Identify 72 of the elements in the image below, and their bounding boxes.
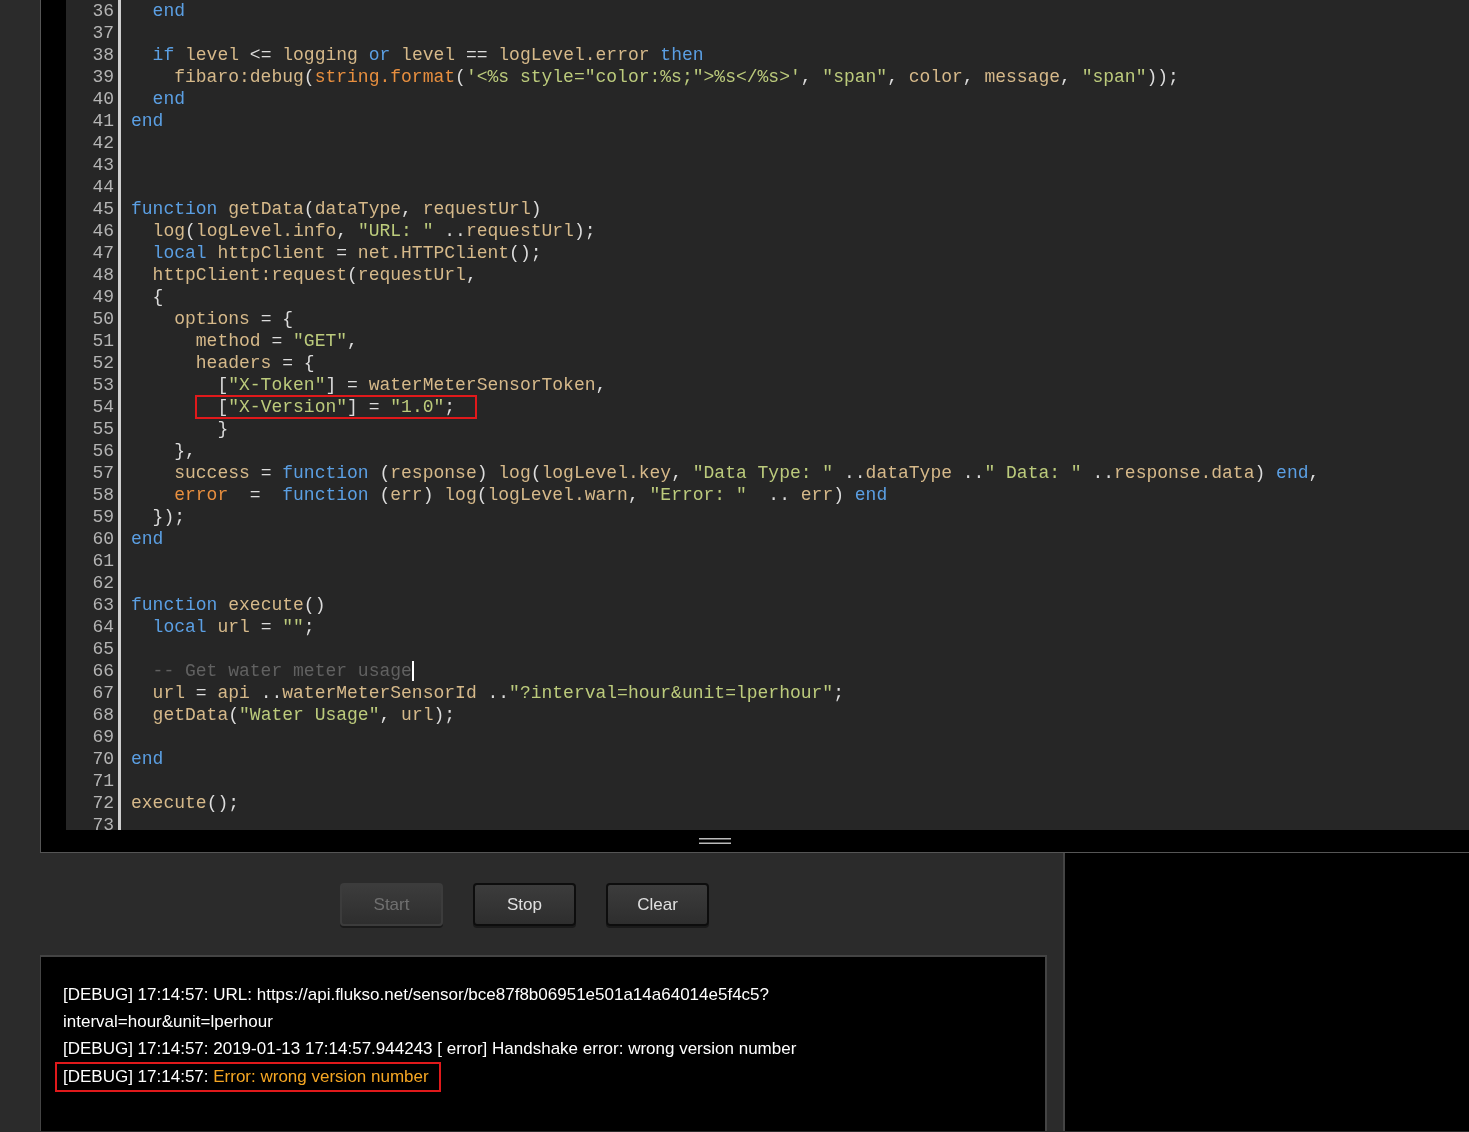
line-number: 53	[66, 374, 121, 396]
code-line: ["X-Version"] = "1.0";	[217, 397, 456, 417]
code-line: headers = {	[194, 353, 315, 373]
log-line: [DEBUG] 17:14:57: 2019-01-13 17:14:57.944243 [ error] Handshake error: wrong version number	[63, 1039, 797, 1058]
code-line: log(logLevel.info, "URL: " ..requestUrl);	[151, 221, 596, 241]
line-number: 64	[66, 616, 121, 638]
line-number: 65	[66, 638, 121, 660]
line-number: 58	[66, 484, 121, 506]
line-number: 42	[66, 132, 121, 154]
code-line: if level <= logging or level == logLevel.error then	[151, 45, 704, 65]
line-number: 48	[66, 264, 121, 286]
line-number: 37	[66, 22, 121, 44]
line-number: 39	[66, 66, 121, 88]
code-line: success = function (response) log(logLevel.key, "Data Type: " ..dataType .." Data: " ..response.data) end,	[173, 463, 1320, 483]
log-line: [DEBUG] 17:14:57: URL: https://api.flukso.net/sensor/bce87f8b06951e501a14a64014e5f4c5?interval=hour&unit=lperhour	[63, 985, 769, 1031]
line-number: 60	[66, 528, 121, 550]
code-line: -- Get water meter usage	[151, 661, 412, 681]
line-number: 61	[66, 550, 121, 572]
code-line: end	[151, 1, 185, 21]
line-number: 54	[66, 396, 121, 418]
code-line: url = api ..waterMeterSensorId .."?interval=hour&unit=lperhour";	[151, 683, 844, 703]
code-line: method = "GET",	[194, 331, 358, 351]
line-number: 59	[66, 506, 121, 528]
code-line: end	[131, 529, 164, 549]
line-number: 73	[66, 814, 121, 830]
line-number: 70	[66, 748, 121, 770]
resize-handle-icon[interactable]	[699, 837, 731, 845]
code-line: function execute()	[131, 595, 326, 615]
code-editor[interactable]	[66, 0, 1469, 830]
code-line: function getData(dataType, requestUrl)	[131, 199, 542, 219]
line-number: 71	[66, 770, 121, 792]
code-line: error = function (err) log(logLevel.warn, "Error: " .. err) end	[173, 485, 888, 505]
line-number: 40	[66, 88, 121, 110]
line-number: 45	[66, 198, 121, 220]
code-line: httpClient:request(requestUrl,	[151, 265, 477, 285]
line-number: 62	[66, 572, 121, 594]
code-line: local url = "";	[151, 617, 315, 637]
line-number: 67	[66, 682, 121, 704]
line-number: 56	[66, 440, 121, 462]
line-number: 38	[66, 44, 121, 66]
line-number: 50	[66, 308, 121, 330]
line-number: 55	[66, 418, 121, 440]
code-line: options = {	[173, 309, 294, 329]
line-number: 47	[66, 242, 121, 264]
line-number: 69	[66, 726, 121, 748]
code-line: });	[151, 507, 185, 527]
line-number: 72	[66, 792, 121, 814]
line-number: 57	[66, 462, 121, 484]
line-number: 63	[66, 594, 121, 616]
code-line: ["X-Token"] = waterMeterSensorToken,	[216, 375, 607, 395]
code-line: fibaro:debug(string.format('<%s style="color:%s;">%s</%s>', "span", color, message, "span"));	[173, 67, 1179, 87]
code-line: execute();	[131, 793, 240, 813]
line-number: 41	[66, 110, 121, 132]
line-number: 66	[66, 660, 121, 682]
code-line: getData("Water Usage", url);	[151, 705, 456, 725]
line-number: 68	[66, 704, 121, 726]
code-line: end	[131, 749, 164, 769]
code-line: {	[151, 287, 164, 307]
toolbar-button[interactable]: Clear	[606, 883, 709, 926]
toolbar-button[interactable]: Stop	[473, 883, 576, 926]
line-number: 43	[66, 154, 121, 176]
code-line: end	[131, 111, 164, 131]
code-line: end	[151, 89, 185, 109]
code-line: },	[173, 441, 196, 461]
line-number: 36	[66, 0, 121, 22]
line-number: 46	[66, 220, 121, 242]
line-number: 49	[66, 286, 121, 308]
line-number: 51	[66, 330, 121, 352]
line-number: 44	[66, 176, 121, 198]
line-number: 52	[66, 352, 121, 374]
code-line: }	[216, 419, 229, 439]
code-line: local httpClient = net.HTTPClient();	[151, 243, 542, 263]
